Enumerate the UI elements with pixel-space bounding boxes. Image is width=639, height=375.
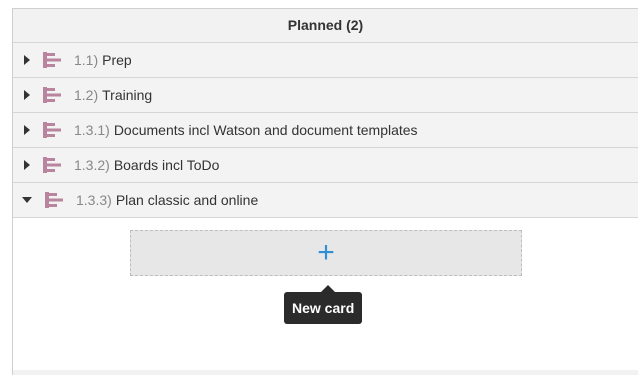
caret-right-icon[interactable] [24, 90, 30, 100]
list-item-row-5[interactable]: 1.3.3) Plan classic and online [13, 183, 638, 218]
expanded-card-area: + New card [13, 218, 638, 370]
epic-icon [43, 87, 61, 103]
item-number: 1.1) [74, 52, 99, 68]
new-card-tooltip: New card [284, 292, 363, 324]
epic-icon [43, 122, 61, 138]
list-item-row-1[interactable]: 1.1) Prep [13, 43, 638, 78]
caret-right-icon[interactable] [24, 160, 30, 170]
plus-icon: + [317, 236, 335, 269]
item-number: 1.2) [74, 87, 99, 103]
item-number: 1.3.2) [74, 157, 110, 173]
epic-icon [43, 52, 61, 68]
item-title: Prep [102, 52, 132, 68]
item-title: Documents incl Watson and document templ… [113, 122, 418, 138]
list-item-row-4[interactable]: 1.3.2) Boards incl ToDo [13, 148, 638, 183]
epic-icon [43, 157, 61, 173]
caret-right-icon[interactable] [24, 125, 30, 135]
item-title: Training [102, 87, 153, 103]
item-title: Plan classic and online [115, 192, 259, 208]
list-item-row-3[interactable]: 1.3.1) Documents incl Watson and documen… [13, 113, 638, 148]
item-number: 1.3.1) [74, 122, 110, 138]
lane-title: Planned (2) [13, 9, 638, 43]
item-title: Boards incl ToDo [113, 157, 220, 173]
caret-down-icon[interactable] [22, 197, 32, 203]
epic-icon [45, 192, 63, 208]
list-item-row-2[interactable]: 1.2) Training [13, 78, 638, 113]
add-card-button[interactable]: + [130, 230, 522, 276]
caret-right-icon[interactable] [24, 55, 30, 65]
planned-lane: Planned (2) 1.1) Prep 1.2) Training 1.3.… [12, 8, 638, 375]
tooltip-arrow [321, 285, 335, 292]
item-number: 1.3.3) [76, 192, 112, 208]
